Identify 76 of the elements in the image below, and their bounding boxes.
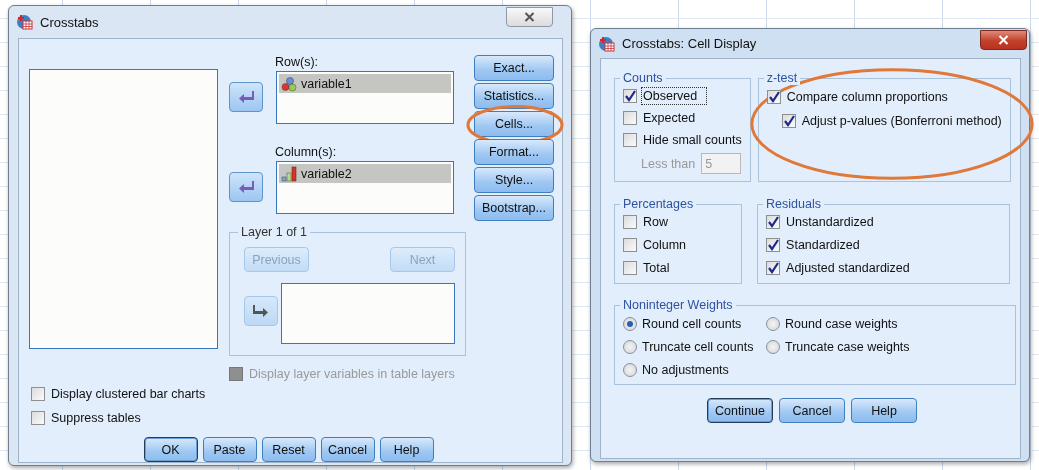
dialog-button[interactable]: Statistics... bbox=[474, 83, 554, 109]
dialog-button[interactable]: Continue bbox=[707, 398, 773, 423]
checkbox-label: Total bbox=[643, 260, 670, 275]
checkbox[interactable] bbox=[766, 238, 781, 252]
rows-list[interactable]: variable1 bbox=[276, 71, 454, 124]
right-arrow-icon bbox=[253, 304, 269, 318]
bar-chart-icon bbox=[281, 165, 297, 182]
checkbox-label: Adjust p-values (Bonferroni method) bbox=[801, 114, 1002, 128]
move-button[interactable] bbox=[244, 296, 278, 326]
checkbox-label: Compare column proportions bbox=[786, 90, 948, 104]
move-button[interactable] bbox=[229, 82, 263, 112]
dialog-button[interactable]: Format... bbox=[474, 139, 554, 165]
checkbox[interactable] bbox=[623, 215, 637, 230]
variable-item[interactable]: variable2 bbox=[279, 164, 451, 183]
group-title: Layer 1 of 1 bbox=[240, 225, 308, 239]
checkbox[interactable] bbox=[623, 260, 637, 275]
checkbox[interactable] bbox=[623, 133, 637, 147]
checkbox-label: Display layer variables in table layers bbox=[249, 367, 455, 381]
dialog-button[interactable]: Cancel bbox=[320, 437, 375, 462]
left-arrow-icon bbox=[238, 180, 254, 194]
checkbox-label: Unstandardized bbox=[786, 215, 874, 230]
checkbox-label: Column bbox=[643, 238, 687, 252]
checkbox-label: Suppress tables bbox=[51, 411, 141, 425]
app-icon bbox=[17, 14, 33, 30]
checkbox-label: Adjusted standardized bbox=[786, 260, 910, 275]
dialog-button[interactable]: Bootstrap... bbox=[474, 195, 554, 221]
nominal-icon bbox=[281, 75, 297, 92]
window-title: Crosstabs: Cell Display bbox=[622, 36, 757, 51]
checkbox-label: Display clustered bar charts bbox=[51, 387, 206, 401]
checkbox-label: Expected bbox=[643, 111, 696, 125]
app-icon bbox=[599, 35, 615, 52]
dialog-button[interactable]: OK bbox=[143, 437, 198, 462]
checkbox-label: Standardized bbox=[786, 238, 860, 252]
variable-item[interactable]: variable1 bbox=[279, 74, 451, 93]
checkbox[interactable] bbox=[623, 111, 637, 125]
radio-label: Truncate cell counts bbox=[642, 340, 754, 354]
radio-button[interactable] bbox=[766, 317, 780, 331]
checkbox-label: Observed bbox=[643, 89, 706, 103]
columns-list[interactable]: variable2 bbox=[276, 161, 454, 214]
radio-label: Truncate case weights bbox=[785, 340, 910, 354]
move-button[interactable] bbox=[229, 172, 263, 202]
dialog-button[interactable]: Cells... bbox=[474, 111, 554, 137]
dialog-button[interactable]: Help bbox=[379, 437, 434, 462]
checkbox-label: Row bbox=[643, 215, 668, 230]
close-icon bbox=[524, 12, 535, 22]
checkbox[interactable] bbox=[31, 411, 45, 425]
checkbox-label: Hide small counts bbox=[643, 133, 742, 147]
checkbox[interactable] bbox=[766, 260, 781, 275]
radio-label: No adjustments bbox=[642, 363, 729, 377]
checkbox[interactable] bbox=[623, 89, 637, 103]
window-title: Crosstabs bbox=[40, 14, 99, 30]
radio-button[interactable] bbox=[766, 340, 780, 354]
less-than-label: Less than bbox=[641, 156, 696, 171]
checkbox[interactable] bbox=[623, 238, 637, 252]
layer-list[interactable] bbox=[281, 283, 455, 344]
columns-label: Column(s): bbox=[275, 145, 338, 159]
dialog-button[interactable]: Exact... bbox=[474, 55, 554, 81]
checkbox[interactable] bbox=[31, 387, 45, 401]
radio-label: Round cell counts bbox=[642, 317, 742, 331]
rows-label: Row(s): bbox=[275, 55, 320, 69]
dialog-button[interactable]: Cancel bbox=[779, 398, 845, 423]
checkbox[interactable] bbox=[781, 114, 796, 128]
checkbox[interactable] bbox=[766, 90, 781, 104]
dialog-button[interactable]: Style... bbox=[474, 167, 554, 193]
close-icon bbox=[998, 35, 1009, 45]
checkbox[interactable] bbox=[766, 215, 781, 230]
radio-button[interactable] bbox=[623, 340, 637, 354]
left-arrow-icon bbox=[238, 90, 254, 104]
radio-label: Round case weights bbox=[785, 317, 898, 331]
dialog-button[interactable]: Reset bbox=[261, 437, 316, 462]
dialog-button[interactable]: Paste bbox=[202, 437, 257, 462]
close-button[interactable] bbox=[506, 7, 553, 27]
radio-button[interactable] bbox=[623, 363, 637, 377]
radio-button[interactable] bbox=[623, 317, 637, 331]
dialog-button[interactable]: Help bbox=[851, 398, 917, 423]
close-button[interactable] bbox=[980, 30, 1027, 50]
